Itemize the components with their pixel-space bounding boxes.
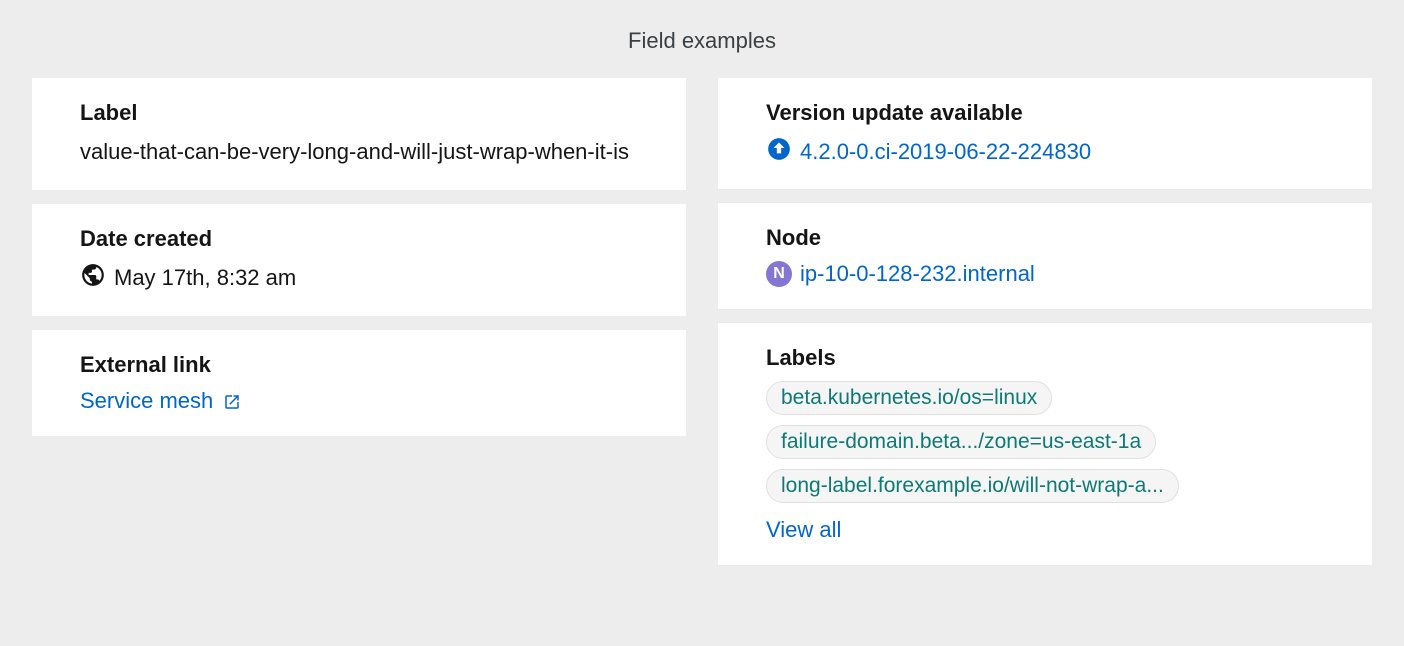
node-header: Node: [766, 225, 1324, 251]
node-badge-icon: N: [766, 261, 792, 287]
label-value: value-that-can-be-very-long-and-will-jus…: [80, 136, 638, 168]
label-chip[interactable]: long-label.forexample.io/will-not-wrap-a…: [766, 469, 1179, 503]
label-chip[interactable]: beta.kubernetes.io/os=linux: [766, 381, 1052, 415]
date-created-header: Date created: [80, 226, 638, 252]
date-created-value: May 17th, 8:32 am: [114, 262, 296, 294]
external-link-text: Service mesh: [80, 388, 213, 413]
version-update-card: Version update available 4.2.0-0.ci-2019…: [718, 78, 1372, 189]
version-update-header: Version update available: [766, 100, 1324, 126]
labels-header: Labels: [766, 345, 1324, 371]
labels-chips: beta.kubernetes.io/os=linux failure-doma…: [766, 381, 1324, 503]
node-link[interactable]: ip-10-0-128-232.internal: [800, 261, 1035, 287]
node-card: Node N ip-10-0-128-232.internal: [718, 203, 1372, 309]
page-title: Field examples: [32, 28, 1372, 54]
label-header: Label: [80, 100, 638, 126]
right-column: Version update available 4.2.0-0.ci-2019…: [718, 78, 1372, 565]
external-link-header: External link: [80, 352, 638, 378]
view-all-link[interactable]: View all: [766, 517, 841, 543]
label-card: Label value-that-can-be-very-long-and-wi…: [32, 78, 686, 190]
labels-card: Labels beta.kubernetes.io/os=linux failu…: [718, 323, 1372, 565]
arrow-up-circle-icon: [766, 136, 792, 167]
date-created-card: Date created May 17th, 8:32 am: [32, 204, 686, 316]
globe-icon: [80, 262, 106, 293]
external-link[interactable]: Service mesh: [80, 388, 241, 413]
label-chip[interactable]: failure-domain.beta.../zone=us-east-1a: [766, 425, 1156, 459]
external-link-icon: [219, 388, 241, 413]
version-update-link[interactable]: 4.2.0-0.ci-2019-06-22-224830: [800, 139, 1091, 165]
external-link-card: External link Service mesh: [32, 330, 686, 436]
left-column: Label value-that-can-be-very-long-and-wi…: [32, 78, 686, 565]
